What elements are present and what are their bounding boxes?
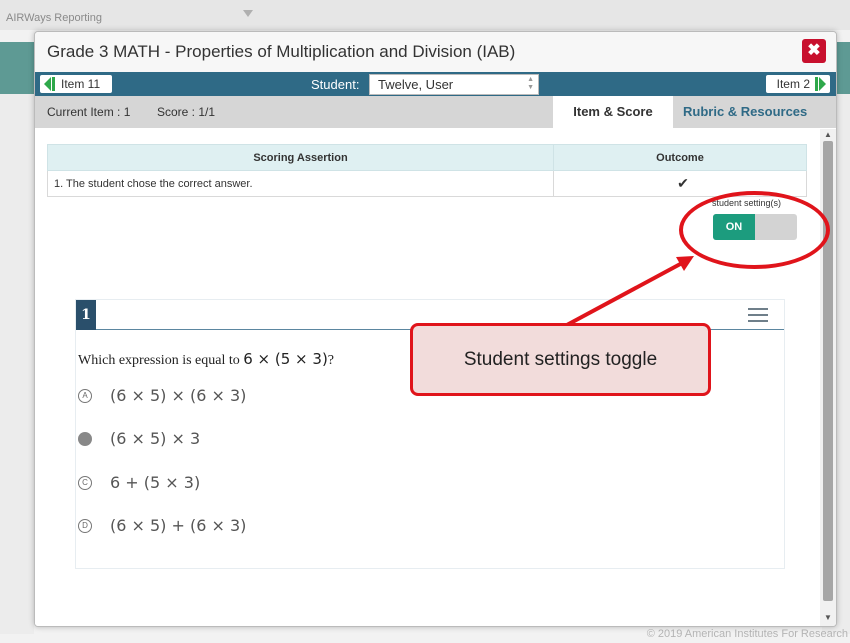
scoring-assertion-header: Scoring Assertion <box>47 144 554 171</box>
score-label: Score : 1/1 <box>157 105 216 119</box>
table-row: 1. The student chose the correct answer.… <box>47 170 807 197</box>
item-tab-bar: Current Item : 1 Score : 1/1 Item & Scor… <box>35 96 836 128</box>
next-item-label: Item 2 <box>776 77 810 91</box>
app-left-panel <box>0 94 34 634</box>
outcome-header: Outcome <box>553 144 807 171</box>
app-topbar: AIRWays Reporting <box>0 0 850 30</box>
tab-rubric-and-resources[interactable]: Rubric & Resources <box>683 96 833 128</box>
annotation-callout: Student settings toggle <box>410 323 711 396</box>
option-text: (6 × 5) × (6 × 3) <box>110 386 247 405</box>
footer-copyright: © 2019 American Institutes For Research <box>646 628 848 640</box>
next-bar-icon <box>815 77 818 91</box>
next-item-button[interactable]: Item 2 <box>766 75 830 93</box>
question-prefix: Which expression is equal to <box>78 353 240 368</box>
scroll-down-icon[interactable]: ▼ <box>824 613 832 622</box>
option-text: (6 × 5) + (6 × 3) <box>110 516 247 535</box>
option-radio[interactable]: D <box>78 518 92 533</box>
tab-item-and-score[interactable]: Item & Score <box>553 96 673 128</box>
scoring-assertion-table: Scoring Assertion Outcome 1. The student… <box>47 144 807 197</box>
item-number-badge: 1 <box>76 300 96 330</box>
next-arrow-icon <box>819 77 826 91</box>
current-item-label: Current Item : 1 <box>47 105 131 119</box>
scroll-thumb[interactable] <box>823 141 833 601</box>
hamburger-menu-icon[interactable] <box>748 308 768 322</box>
previous-item-button[interactable]: Item 11 <box>40 75 112 93</box>
previous-bar-icon <box>52 77 55 91</box>
student-label: Student: <box>311 77 360 92</box>
app-title: AIRWays Reporting <box>6 12 102 24</box>
content-scrollbar[interactable]: ▲ ▼ <box>820 129 836 626</box>
previous-arrow-icon <box>44 77 51 91</box>
modal-header: Grade 3 MATH - Properties of Multiplicat… <box>35 32 836 72</box>
question-text: Which expression is equal to 6 × (5 × 3)… <box>78 350 334 369</box>
question-suffix: ? <box>327 353 335 368</box>
student-select-value: Twelve, User <box>378 77 454 92</box>
table-header-row: Scoring Assertion Outcome <box>47 144 807 171</box>
option-text: (6 × 5) × 3 <box>110 429 201 448</box>
previous-item-label: Item 11 <box>61 77 101 91</box>
highlight-ellipse <box>679 191 830 269</box>
modal-title: Grade 3 MATH - Properties of Multiplicat… <box>47 42 516 61</box>
item-navigation-bar: Item 11 Student: Twelve, User ▲ ▼ Item 2 <box>35 72 836 96</box>
assertion-cell: 1. The student chose the correct answer. <box>47 170 554 197</box>
answer-option-c[interactable]: C 6 + (5 × 3) <box>78 473 200 492</box>
option-radio[interactable]: A <box>78 388 92 403</box>
close-icon: ✖ <box>807 42 821 59</box>
select-spinner-icon: ▲ ▼ <box>527 76 534 91</box>
scroll-up-icon[interactable]: ▲ <box>824 130 832 139</box>
close-button[interactable]: ✖ <box>802 39 826 63</box>
option-radio-selected[interactable] <box>78 431 92 446</box>
answer-option-d[interactable]: D (6 × 5) + (6 × 3) <box>78 516 246 535</box>
student-select[interactable]: Twelve, User ▲ ▼ <box>369 74 539 95</box>
question-expression: 6 × (5 × 3) <box>243 350 328 368</box>
option-text: 6 + (5 × 3) <box>110 473 201 492</box>
dropdown-caret-icon[interactable] <box>243 10 253 17</box>
answer-option-b[interactable]: (6 × 5) × 3 <box>78 429 200 448</box>
answer-option-a[interactable]: A (6 × 5) × (6 × 3) <box>78 386 246 405</box>
option-radio[interactable]: C <box>78 475 92 490</box>
